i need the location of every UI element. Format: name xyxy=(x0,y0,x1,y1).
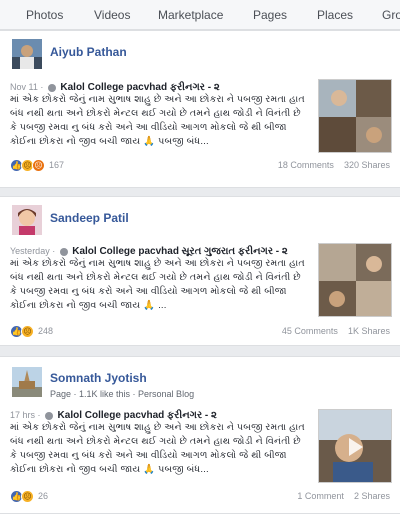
globe-icon xyxy=(45,411,54,420)
avatar[interactable] xyxy=(12,205,42,235)
post-body: માં એક છોકરો જેનું નામ સુભાષ શાહુ છે અને… xyxy=(10,258,305,311)
tab-pages[interactable]: Pages xyxy=(253,8,287,22)
page-info: Page · 1.1K like this · Personal Blog xyxy=(50,389,195,399)
post-date[interactable]: Nov 11 · xyxy=(10,82,43,92)
comments-link[interactable]: 1 Comment xyxy=(297,491,344,501)
shares-link[interactable]: 2 Shares xyxy=(354,491,390,501)
tab-photos[interactable]: Photos xyxy=(26,8,63,22)
post-card: Sandeep Patil Yesterday · Kalol College … xyxy=(0,196,400,346)
avatar[interactable] xyxy=(12,367,42,397)
reaction-summary[interactable]: 👍 ☹ 26 xyxy=(10,489,48,503)
post-title: Kalol College pacvhad xyxy=(72,246,179,257)
post-date[interactable]: Yesterday · xyxy=(10,246,55,256)
post-video-thumbnail[interactable] xyxy=(318,79,392,153)
angry-reaction-icon: ☹ xyxy=(32,158,45,172)
post-video-thumbnail[interactable] xyxy=(318,243,392,317)
post-card: Somnath Jyotish Page · 1.1K like this · … xyxy=(0,356,400,514)
reaction-summary[interactable]: 👍 ☹ 248 xyxy=(10,324,53,338)
comments-link[interactable]: 18 Comments xyxy=(278,160,334,170)
post-meta: 17 hrs · Kalol College pacvhad ફરીનગર - … xyxy=(10,410,217,421)
post-title: Kalol College pacvhad ફરીનગર - ૨ xyxy=(57,410,217,421)
post-author[interactable]: Aiyub Pathan xyxy=(50,45,127,59)
shares-link[interactable]: 1K Shares xyxy=(348,326,390,336)
post-meta: Nov 11 · Kalol College pacvhad ફરીનગર - … xyxy=(10,82,220,93)
sad-reaction-icon: ☹ xyxy=(21,489,34,503)
reaction-summary[interactable]: 👍 ☹ ☹ 167 xyxy=(10,158,64,172)
post-body: માં એક છોકરો જેનું નામ સુભાષ શાહુ છે અને… xyxy=(10,94,305,147)
reaction-count: 26 xyxy=(38,491,49,501)
reaction-count: 248 xyxy=(38,326,54,336)
tab-groups[interactable]: Gro xyxy=(382,8,400,22)
globe-icon xyxy=(47,83,56,92)
avatar[interactable] xyxy=(12,39,42,69)
post-stats: 18 Comments 320 Shares xyxy=(278,160,390,170)
post-card: Aiyub Pathan Nov 11 · Kalol College pacv… xyxy=(0,30,400,188)
post-author[interactable]: Somnath Jyotish xyxy=(50,371,147,385)
post-body: માં એક છોકરો જેનું નામ સુભાષ શાહુ છે અને… xyxy=(10,422,305,475)
reaction-count: 167 xyxy=(49,160,65,170)
post-title: Kalol College pacvhad ફરીનગર - ૨ xyxy=(60,82,220,93)
post-stats: 45 Comments 1K Shares xyxy=(282,326,390,336)
post-stats: 1 Comment 2 Shares xyxy=(297,491,390,501)
post-meta: Yesterday · Kalol College pacvhad સૂરત ગ… xyxy=(10,246,288,257)
globe-icon xyxy=(59,247,68,256)
post-author[interactable]: Sandeep Patil xyxy=(50,211,129,225)
tab-places[interactable]: Places xyxy=(317,8,353,22)
search-filter-tabs: Photos Videos Marketplace Pages Places G… xyxy=(0,0,400,30)
tab-videos[interactable]: Videos xyxy=(94,8,130,22)
tab-marketplace[interactable]: Marketplace xyxy=(158,8,223,22)
comments-link[interactable]: 45 Comments xyxy=(282,326,338,336)
post-date[interactable]: 17 hrs · xyxy=(10,410,41,420)
post-title-location: સૂરત ગુજરાત ફરીનગર - ૨ xyxy=(181,246,288,257)
shares-link[interactable]: 320 Shares xyxy=(344,160,390,170)
sad-reaction-icon: ☹ xyxy=(21,324,34,338)
post-video-thumbnail[interactable] xyxy=(318,409,392,483)
